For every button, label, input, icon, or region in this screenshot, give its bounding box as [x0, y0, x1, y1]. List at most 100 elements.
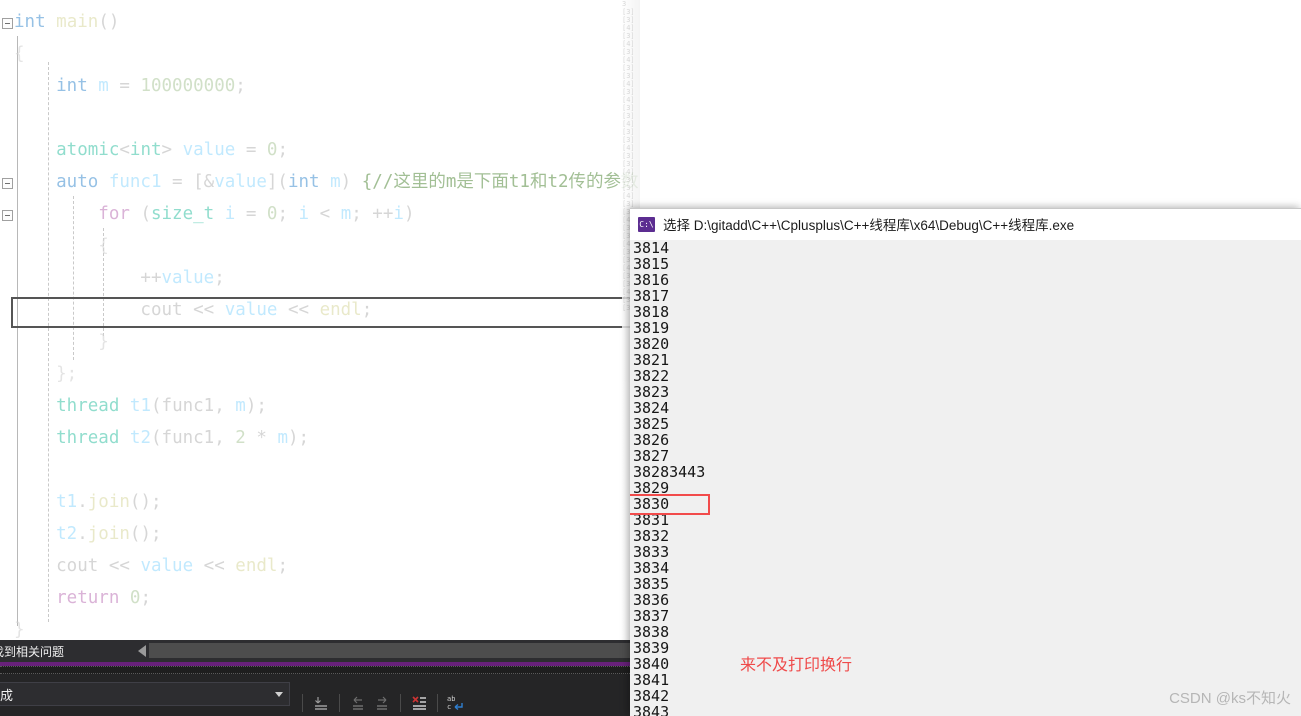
console-line-list: 3814 3815 3816 3817 3818 3819 3820 3821 3822 3823…: [633, 240, 705, 716]
code-token: value: [224, 300, 278, 320]
console-line: 3834: [633, 559, 670, 577]
code-token: ;: [235, 76, 246, 96]
console-line: 3831: [633, 511, 670, 529]
code-line[interactable]: [0, 102, 640, 134]
code-token: i: [393, 204, 404, 224]
code-token: m: [277, 428, 288, 448]
code-token: <: [119, 140, 130, 160]
console-output-area[interactable]: 3814 3815 3816 3817 3818 3819 3820 3821 3822 3823…: [630, 240, 1301, 716]
console-line: 3817: [633, 287, 670, 305]
code-line[interactable]: int main(): [0, 6, 640, 38]
code-token: 2: [235, 428, 246, 448]
error-list-bar[interactable]: 找到相关问题: [0, 640, 640, 662]
code-token: thread: [14, 428, 130, 448]
code-text[interactable]: int main(){ int m = 100000000; atomic<in…: [0, 6, 640, 640]
console-line: 3818: [633, 303, 670, 321]
code-token: ,: [214, 396, 236, 416]
code-line[interactable]: };: [0, 358, 640, 390]
toggle-word-wrap-icon[interactable]: ab c: [444, 692, 468, 714]
console-line: 3841: [633, 671, 670, 689]
code-line[interactable]: {: [0, 230, 640, 262]
screenshot-root: int main(){ int m = 100000000; atomic<in…: [0, 0, 1301, 716]
code-token: value: [182, 140, 236, 160]
clear-output-icon[interactable]: [407, 692, 431, 714]
code-token: endl: [319, 300, 362, 320]
navigate-forward-icon[interactable]: [370, 692, 394, 714]
error-list-scrollbar[interactable]: [138, 642, 638, 659]
navigate-back-icon[interactable]: [346, 692, 370, 714]
code-token: ;: [277, 204, 299, 224]
code-token: ;: [361, 300, 373, 320]
code-token: (: [140, 204, 151, 224]
code-token: =: [108, 76, 141, 96]
scroll-left-arrow-icon[interactable]: [138, 644, 146, 657]
code-token: int: [287, 172, 331, 192]
panel-splitter[interactable]: [0, 666, 640, 674]
code-line[interactable]: return 0;: [0, 582, 640, 614]
console-titlebar[interactable]: C:\ 选择 D:\gitadd\C++\Cplusplus\C++线程库\x6…: [630, 208, 1301, 240]
code-line[interactable]: t2.join();: [0, 518, 640, 550]
console-line: 38283443: [633, 463, 706, 481]
code-token: auto: [14, 172, 109, 192]
scroll-thumb[interactable]: [149, 643, 638, 658]
error-list-label: 找到相关问题: [0, 644, 65, 659]
code-token: m: [340, 204, 352, 224]
code-token: ,: [214, 428, 236, 448]
console-line: 3837: [633, 607, 670, 625]
console-line: 3816: [633, 271, 670, 289]
console-title: 选择 D:\gitadd\C++\Cplusplus\C++线程库\x64\De…: [663, 218, 1075, 233]
code-line[interactable]: }: [0, 614, 640, 640]
toolbar-divider: [437, 694, 438, 712]
console-line: 3815: [633, 255, 670, 273]
code-token: (: [150, 396, 162, 416]
code-token: int: [14, 12, 57, 32]
code-token: value: [161, 268, 215, 288]
console-app-icon: C:\: [638, 216, 655, 232]
code-token: *: [245, 428, 278, 448]
code-token: };: [14, 364, 78, 384]
console-line: 3840: [633, 655, 670, 673]
console-line: 3839: [633, 639, 670, 657]
console-line: 3842: [633, 687, 670, 705]
code-token: >: [161, 140, 183, 160]
code-editor[interactable]: int main(){ int m = 100000000; atomic<in…: [0, 0, 640, 640]
code-token: for: [14, 204, 141, 224]
code-token: join: [87, 492, 130, 512]
go-to-line-icon[interactable]: [309, 692, 333, 714]
code-token: ): [340, 172, 362, 192]
code-line[interactable]: cout << value << endl;: [0, 550, 640, 582]
code-token: =: [235, 204, 267, 224]
code-token: t1: [129, 396, 151, 416]
console-window[interactable]: C:\ 选择 D:\gitadd\C++\Cplusplus\C++线程库\x6…: [630, 208, 1301, 716]
code-token: (: [150, 428, 162, 448]
console-line: 3826: [633, 431, 670, 449]
code-line[interactable]: t1.join();: [0, 486, 640, 518]
code-line[interactable]: }: [0, 326, 640, 358]
code-token: ;: [214, 268, 225, 288]
code-line[interactable]: cout << value << endl;: [0, 294, 640, 326]
code-token: func1: [161, 428, 215, 448]
csdn-watermark: CSDN @ks不知火: [1169, 690, 1291, 707]
code-line[interactable]: ++value;: [0, 262, 640, 294]
svg-text:ab: ab: [447, 695, 455, 703]
code-line[interactable]: thread t2(func1, 2 * m);: [0, 422, 640, 454]
output-source-dropdown[interactable]: 生成: [0, 682, 290, 706]
code-token: {: [14, 236, 109, 256]
code-token: return: [14, 588, 130, 608]
code-token: <<: [277, 300, 320, 320]
code-token: = [&: [161, 172, 215, 192]
code-line[interactable]: thread t1(func1, m);: [0, 390, 640, 422]
code-line[interactable]: {: [0, 38, 640, 70]
code-line[interactable]: [0, 454, 640, 486]
code-line[interactable]: atomic<int> value = 0;: [0, 134, 640, 166]
code-token: func1: [161, 396, 215, 416]
code-line[interactable]: auto func1 = [&value](int m) {//这里的m是下面t…: [0, 166, 640, 198]
code-line[interactable]: int m = 100000000;: [0, 70, 640, 102]
output-toolbar[interactable]: ab c: [296, 690, 468, 716]
console-line: 3827: [633, 447, 670, 465]
code-line[interactable]: for (size_t i = 0; i < m; ++i): [0, 198, 640, 230]
code-token: (): [98, 12, 120, 32]
console-line: 3821: [633, 351, 670, 369]
code-token: ): [403, 204, 415, 224]
code-token: <<: [98, 556, 141, 576]
